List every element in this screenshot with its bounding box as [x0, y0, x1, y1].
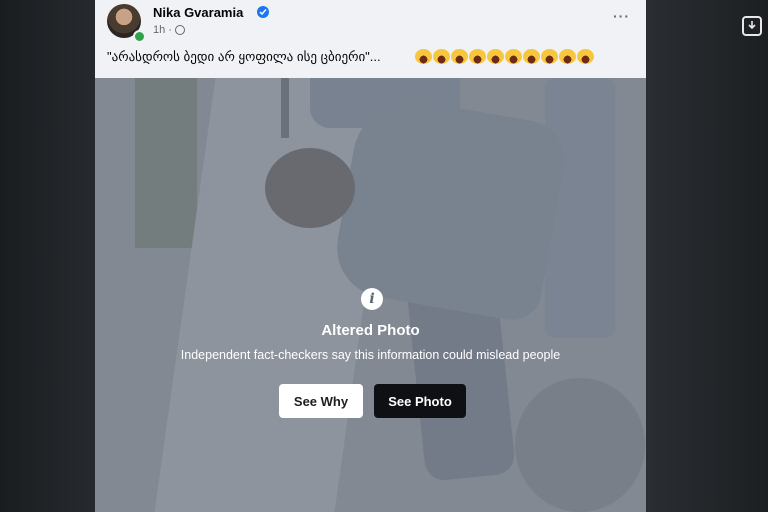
info-icon: i — [361, 288, 383, 310]
download-icon[interactable] — [742, 16, 762, 36]
see-why-button[interactable]: See Why — [279, 384, 363, 418]
globe-icon — [174, 25, 185, 35]
background-left — [0, 0, 95, 512]
laughing-emoji-icon — [487, 49, 504, 64]
facebook-post: Nika Gvaramia 1h · ··· "არასდროს ბედი არ… — [95, 0, 646, 512]
author-name[interactable]: Nika Gvaramia — [153, 5, 243, 20]
emoji-row — [415, 49, 594, 64]
post-caption: "არასდროს ბედი არ ყოფილა ისე ცბიერი"... — [107, 49, 381, 64]
laughing-emoji-icon — [415, 49, 432, 64]
laughing-emoji-icon — [577, 49, 594, 64]
laughing-emoji-icon — [541, 49, 558, 64]
post-header: Nika Gvaramia 1h · ··· "არასდროს ბედი არ… — [95, 0, 646, 78]
post-meta: 1h · — [153, 24, 185, 36]
verified-badge-icon — [257, 6, 269, 18]
laughing-emoji-icon — [559, 49, 576, 64]
online-status-icon — [133, 30, 146, 43]
warning-text: Independent fact-checkers say this infor… — [180, 348, 561, 362]
see-photo-button[interactable]: See Photo — [374, 384, 466, 418]
laughing-emoji-icon — [451, 49, 468, 64]
laughing-emoji-icon — [523, 49, 540, 64]
background-right — [646, 0, 768, 512]
post-time[interactable]: 1h — [153, 24, 165, 36]
post-photo[interactable]: i Altered Photo Independent fact-checker… — [95, 78, 646, 512]
more-options-icon[interactable]: ··· — [613, 8, 630, 24]
laughing-emoji-icon — [505, 49, 522, 64]
laughing-emoji-icon — [433, 49, 450, 64]
warning-title: Altered Photo — [321, 322, 420, 339]
laughing-emoji-icon — [469, 49, 486, 64]
